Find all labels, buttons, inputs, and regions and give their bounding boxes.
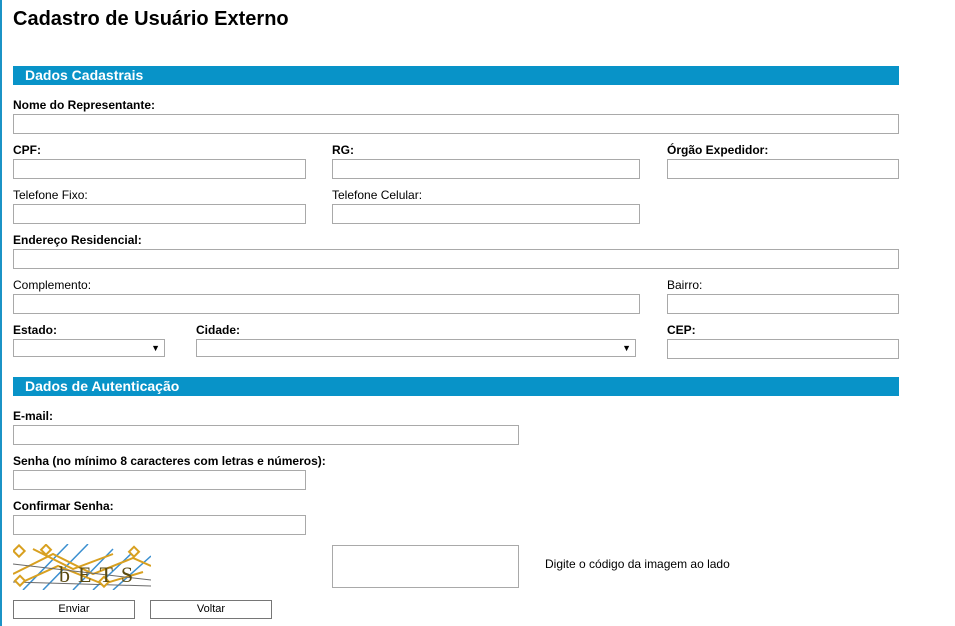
rg-input[interactable] — [332, 159, 640, 179]
caret-down-icon: ▼ — [622, 343, 631, 353]
page-title: Cadastro de Usuário Externo — [13, 8, 289, 30]
telefone-celular-input[interactable] — [332, 204, 640, 224]
section-header-dados-cadastrais: Dados Cadastrais — [13, 66, 899, 85]
nome-representante-input[interactable] — [13, 114, 899, 134]
captcha-input[interactable] — [332, 545, 519, 588]
label-complemento: Complemento: — [13, 278, 92, 292]
cpf-input[interactable] — [13, 159, 306, 179]
label-confirmar-senha: Confirmar Senha: — [13, 499, 114, 513]
label-cidade: Cidade: — [196, 323, 241, 337]
section-header-dados-autenticacao: Dados de Autenticação — [13, 377, 899, 396]
voltar-button[interactable]: Voltar — [150, 600, 272, 619]
enviar-button[interactable]: Enviar — [13, 600, 135, 619]
endereco-residencial-input[interactable] — [13, 249, 899, 269]
label-endereco-residencial: Endereço Residencial: — [13, 233, 142, 247]
label-bairro: Bairro: — [667, 278, 703, 292]
captcha-text: bETS — [59, 562, 141, 587]
label-orgao-expedidor: Órgão Expedidor: — [667, 143, 769, 157]
caret-down-icon: ▼ — [151, 343, 160, 353]
email-input[interactable] — [13, 425, 519, 445]
senha-input[interactable] — [13, 470, 306, 490]
label-cep: CEP: — [667, 323, 696, 337]
captcha-image: bETS — [11, 543, 152, 591]
complemento-input[interactable] — [13, 294, 640, 314]
telefone-fixo-input[interactable] — [13, 204, 306, 224]
label-estado: Estado: — [13, 323, 58, 337]
bairro-input[interactable] — [667, 294, 899, 314]
left-edge-border — [0, 0, 2, 626]
label-telefone-celular: Telefone Celular: — [332, 188, 423, 202]
captcha-graphic: bETS — [11, 543, 152, 591]
cep-input[interactable] — [667, 339, 899, 359]
label-cpf: CPF: — [13, 143, 41, 157]
orgao-expedidor-input[interactable] — [667, 159, 899, 179]
captcha-hint: Digite o código da imagem ao lado — [545, 557, 730, 571]
label-email: E-mail: — [13, 409, 54, 423]
estado-select[interactable]: ▼ — [13, 339, 165, 357]
label-rg: RG: — [332, 143, 354, 157]
cidade-select[interactable]: ▼ — [196, 339, 636, 357]
label-telefone-fixo: Telefone Fixo: — [13, 188, 88, 202]
label-nome-representante: Nome do Representante: — [13, 98, 156, 112]
confirmar-senha-input[interactable] — [13, 515, 306, 535]
label-senha: Senha (no mínimo 8 caracteres com letras… — [13, 454, 326, 468]
